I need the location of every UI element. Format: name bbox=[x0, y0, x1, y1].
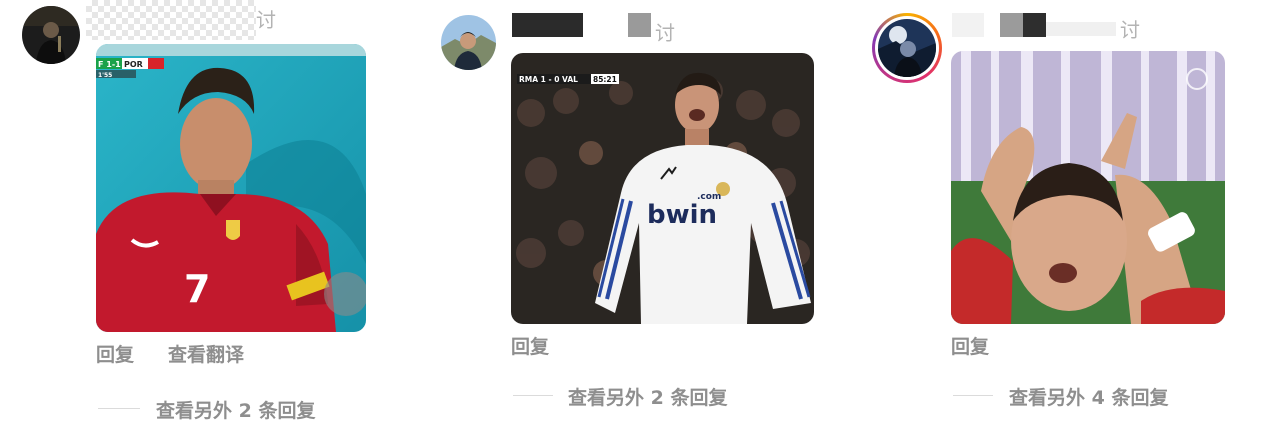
reply-button-2[interactable]: 回复 bbox=[511, 332, 549, 359]
replies-divider-3 bbox=[953, 395, 993, 396]
story-ring-avatar-3[interactable] bbox=[872, 13, 942, 83]
commenter-avatar-2[interactable] bbox=[441, 15, 496, 70]
commenter-avatar-1[interactable] bbox=[22, 6, 80, 64]
scorebug-team-text: POR bbox=[124, 60, 143, 69]
shirt-sponsor-sup: .com bbox=[697, 192, 721, 202]
match-clock: 85:21 bbox=[593, 75, 617, 84]
username-redacted-3 bbox=[952, 13, 984, 37]
view-more-replies-3[interactable]: 查看另外 4 条回复 bbox=[1009, 383, 1168, 410]
replies-divider-1 bbox=[98, 408, 140, 409]
username-redacted-2b bbox=[628, 13, 651, 37]
jersey-number: 7 bbox=[184, 267, 210, 311]
shirt-sponsor: bwin bbox=[647, 200, 717, 230]
view-more-replies-2[interactable]: 查看另外 2 条回复 bbox=[568, 383, 727, 410]
timestamp-fragment-2: 讨 bbox=[655, 21, 675, 45]
comment-gif-2[interactable]: RMA 1 - 0 VAL 85:21 bwin .com bbox=[511, 53, 814, 324]
commenter-avatar-3 bbox=[878, 19, 936, 77]
view-translation-button[interactable]: 查看翻译 bbox=[168, 340, 244, 367]
timestamp-fragment-3: 讨 bbox=[1120, 18, 1140, 42]
username-redacted-2 bbox=[512, 13, 583, 37]
scorebug-text: RMA 1 - 0 VAL bbox=[519, 75, 578, 84]
comment-gif-3[interactable] bbox=[951, 51, 1225, 324]
view-more-replies-1[interactable]: 查看另外 2 条回复 bbox=[156, 396, 315, 423]
comment-gif-1[interactable]: F 1-1 POR 1'55 7 bbox=[96, 44, 366, 332]
scorebug-sub-text: 1'55 bbox=[98, 72, 112, 79]
username-redacted-1 bbox=[86, 0, 256, 40]
reply-button-1[interactable]: 回复 bbox=[96, 340, 134, 367]
replies-divider-2 bbox=[513, 395, 553, 396]
timestamp-fragment-1: 讨 bbox=[256, 8, 276, 32]
reply-button-3[interactable]: 回复 bbox=[951, 332, 989, 359]
username-redacted-3c bbox=[1046, 22, 1116, 36]
scorebug-left-text: F 1-1 bbox=[98, 60, 121, 69]
username-redacted-3b bbox=[1000, 13, 1046, 37]
